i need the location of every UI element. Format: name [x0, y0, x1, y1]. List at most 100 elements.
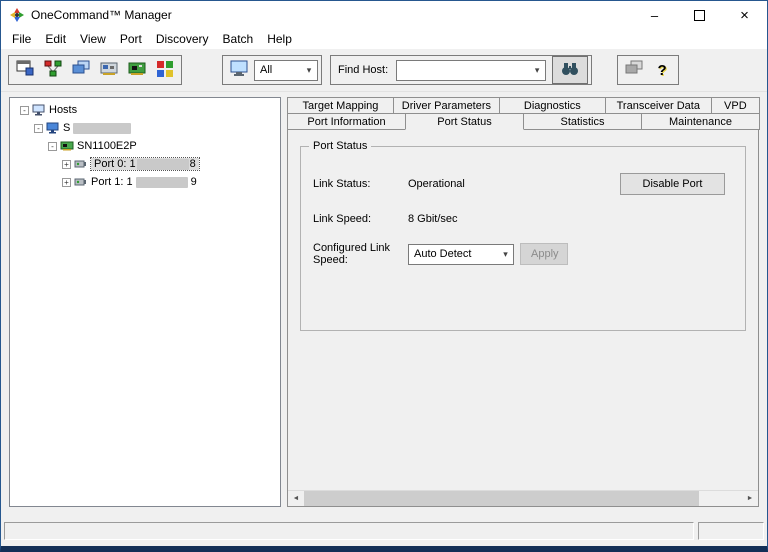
expand-icon[interactable]: +: [62, 159, 71, 169]
horizontal-scrollbar[interactable]: ◄ ►: [288, 490, 758, 506]
collapse-icon[interactable]: -: [34, 123, 43, 133]
link-speed-label: Link Speed:: [313, 213, 372, 225]
tab-target-mapping[interactable]: Target Mapping: [287, 97, 394, 114]
mixed-view-button[interactable]: [152, 58, 178, 82]
menu-item-view[interactable]: View: [73, 30, 113, 48]
binoculars-icon: [561, 62, 579, 79]
tab-maintenance[interactable]: Maintenance: [641, 113, 760, 130]
collapse-icon[interactable]: -: [20, 105, 29, 115]
link-status-value: Operational: [408, 178, 465, 190]
view-filter-button[interactable]: [226, 58, 252, 82]
scroll-right-button[interactable]: ►: [742, 491, 758, 506]
tree-label-adapter: SN1100E2P: [77, 140, 137, 152]
help-button[interactable]: ?: [649, 58, 675, 82]
scrollbar-track[interactable]: [699, 491, 742, 506]
tab-row-1: Target Mapping Driver Parameters Diagnos…: [287, 97, 760, 114]
link-status-row: Link Status: Operational Disable Port: [313, 173, 733, 195]
discovery-button[interactable]: [12, 58, 38, 82]
menu-item-discovery[interactable]: Discovery: [149, 30, 216, 48]
host-tree-panel: - Hosts - S - SN1100E2P + Port 0: 1 8 + …: [9, 97, 281, 507]
detail-tab-panel: Target Mapping Driver Parameters Diagnos…: [287, 97, 760, 507]
tab-row-2: Port Information Port Status Statistics …: [287, 113, 760, 130]
toolbar-group-main: [8, 55, 182, 85]
menu-item-file[interactable]: File: [5, 30, 38, 48]
status-bar: [1, 517, 767, 546]
tree-item-port-1[interactable]: + Port 1: 1 9: [10, 173, 280, 191]
tree-item-adapter[interactable]: - SN1100E2P: [10, 137, 280, 155]
minimize-icon: –: [650, 7, 659, 23]
port-1-suffix: 9: [190, 176, 197, 188]
tab-vpd[interactable]: VPD: [710, 97, 760, 114]
computer-icon: [32, 103, 46, 117]
menu-item-port[interactable]: Port: [113, 30, 149, 48]
port-0-prefix: Port 0: 1: [94, 158, 136, 170]
tab-diagnostics[interactable]: Diagnostics: [498, 97, 606, 114]
find-host-input[interactable]: ▾: [396, 59, 547, 81]
status-message-panel: [4, 522, 694, 540]
toolbar-group-find: Find Host: ▾: [330, 55, 593, 85]
cluster-icon: [43, 59, 63, 82]
groupbox-title: Port Status: [309, 140, 372, 152]
toolbar-group-misc: ?: [617, 55, 680, 85]
chevron-down-icon: ▾: [534, 64, 540, 75]
configured-link-speed-label: Configured Link Speed:: [313, 242, 391, 266]
host-icon: [46, 121, 60, 135]
window-title: OneCommand™ Manager: [31, 8, 172, 22]
tree-item-hosts[interactable]: - Hosts: [10, 101, 280, 119]
scroll-left-icon: ◄: [292, 495, 300, 502]
link-status-label: Link Status:: [313, 178, 371, 190]
tree-item-port-0[interactable]: + Port 0: 1 8: [10, 155, 280, 173]
adapter-icon: [99, 59, 119, 82]
find-host-label: Find Host:: [338, 64, 389, 76]
configured-link-speed-value: Auto Detect: [414, 248, 472, 260]
maximize-icon: [694, 9, 705, 21]
configured-link-speed-row: Configured Link Speed: Auto Detect ▾ App…: [313, 242, 733, 266]
adapters-view-button[interactable]: [96, 58, 122, 82]
configured-link-speed-dropdown[interactable]: Auto Detect ▾: [408, 243, 514, 265]
tab-port-status[interactable]: Port Status: [405, 113, 524, 130]
menu-item-batch[interactable]: Batch: [216, 30, 261, 48]
toolbar-group-filter: All ▾: [222, 55, 322, 85]
tree-label-port-0-selected: Port 0: 1 8: [90, 157, 200, 171]
expand-icon[interactable]: +: [62, 177, 71, 187]
port-card-icon: [127, 59, 147, 82]
cluster-view-button[interactable]: [40, 58, 66, 82]
scroll-right-icon: ►: [746, 495, 754, 502]
redacted-port-1-wwpn: [135, 176, 188, 188]
tab-driver-parameters[interactable]: Driver Parameters: [392, 97, 500, 114]
collapse-icon[interactable]: -: [48, 141, 57, 151]
title-bar: OneCommand™ Manager – ×: [1, 1, 767, 29]
tab-statistics[interactable]: Statistics: [523, 113, 642, 130]
menu-bar: File Edit View Port Discovery Batch Help: [1, 29, 767, 49]
port-status-content: Port Status Link Status: Operational Dis…: [288, 130, 758, 490]
close-button[interactable]: ×: [722, 1, 767, 29]
hosts-icon: [71, 59, 91, 82]
main-area: - Hosts - S - SN1100E2P + Port 0: 1 8 + …: [1, 92, 767, 517]
apply-button[interactable]: Apply: [520, 243, 568, 265]
maximize-button[interactable]: [677, 1, 722, 29]
tab-transceiver-data[interactable]: Transceiver Data: [604, 97, 712, 114]
port-status-pane: Port Status Link Status: Operational Dis…: [287, 129, 759, 507]
hosts-view-button[interactable]: [68, 58, 94, 82]
port-1-prefix: Port 1: 1: [91, 176, 133, 188]
tab-port-information[interactable]: Port Information: [287, 113, 406, 130]
filter-dropdown[interactable]: All ▾: [254, 59, 318, 81]
monitor-icon: [229, 59, 249, 82]
menu-item-help[interactable]: Help: [260, 30, 299, 48]
link-speed-row: Link Speed: 8 Gbit/sec: [313, 208, 733, 230]
find-host-search-button[interactable]: [552, 56, 589, 84]
ports-view-button[interactable]: [124, 58, 150, 82]
gray-monitors-icon: [624, 59, 644, 82]
disable-port-button[interactable]: Disable Port: [620, 173, 725, 195]
tree-item-host[interactable]: - S: [10, 119, 280, 137]
scroll-left-button[interactable]: ◄: [288, 491, 304, 506]
port-icon: [74, 175, 88, 189]
link-speed-value: 8 Gbit/sec: [408, 213, 458, 225]
application-window: OneCommand™ Manager – × File Edit View P…: [0, 0, 768, 552]
reset-view-button[interactable]: [621, 58, 647, 82]
minimize-button[interactable]: –: [632, 1, 677, 29]
mixed-view-icon: [155, 59, 175, 82]
window-controls: – ×: [632, 1, 767, 29]
scrollbar-thumb[interactable]: [304, 491, 699, 506]
menu-item-edit[interactable]: Edit: [38, 30, 73, 48]
